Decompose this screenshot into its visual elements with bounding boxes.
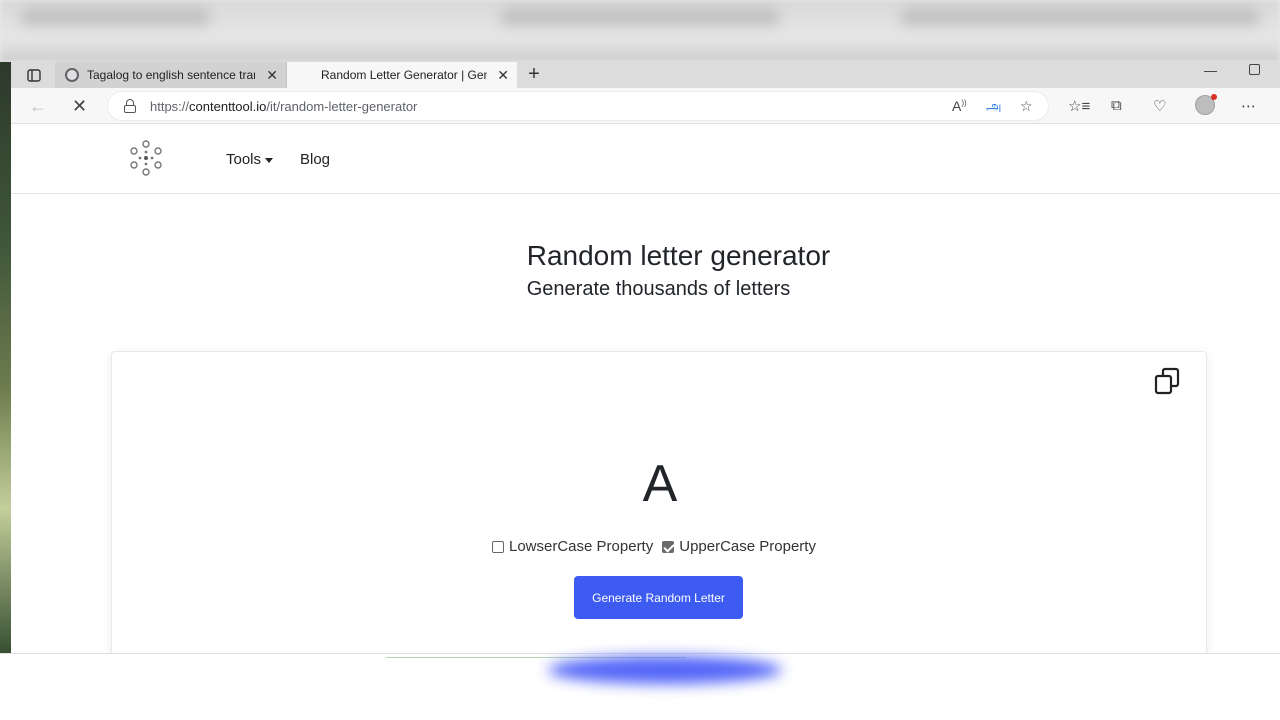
background-blur	[0, 0, 1280, 62]
browser-window: Tagalog to english sentence tran ✕ Rando…	[11, 62, 1280, 658]
copy-icon[interactable]	[1152, 366, 1182, 396]
bottom-overlay	[0, 653, 1280, 720]
tab-title: Tagalog to english sentence tran	[87, 68, 255, 82]
minimize-window-button[interactable]: —	[1204, 63, 1217, 78]
tab-tagalog-translator[interactable]: Tagalog to english sentence tran ✕	[55, 62, 287, 88]
site-favicon-icon	[65, 68, 79, 82]
maximize-window-button[interactable]	[1249, 64, 1260, 75]
stop-loading-icon[interactable]: ✕	[72, 96, 87, 117]
tab-close-icon[interactable]: ✕	[266, 67, 278, 84]
caret-down-icon	[265, 157, 274, 163]
lowercase-label[interactable]: LowserCase Property	[509, 538, 653, 555]
favorites-icon[interactable]: ☆≡	[1068, 97, 1090, 115]
tab-close-icon[interactable]: ✕	[497, 67, 509, 84]
case-options: LowserCase Property UpperCase Property	[492, 538, 825, 555]
tab-actions-icon	[27, 68, 41, 82]
address-bar[interactable]: https://contenttool.io/it/random-letter-…	[107, 91, 1049, 121]
tab-strip: Tagalog to english sentence tran ✕ Rando…	[11, 62, 1280, 88]
page-title: Random letter generator	[11, 240, 1280, 272]
new-tab-button[interactable]: +	[523, 63, 545, 86]
uppercase-checkbox[interactable]	[662, 540, 675, 553]
generator-card: A LowserCase Property UpperCase Property…	[111, 351, 1207, 658]
translate-icon[interactable]: அ	[986, 98, 1002, 117]
page-title-text: Random letter generator	[526, 240, 831, 271]
uppercase-label[interactable]: UpperCase Property	[679, 538, 816, 555]
site-logo-icon[interactable]	[128, 140, 164, 176]
button-glow-reflection	[548, 656, 782, 684]
add-favorite-icon[interactable]: ☆	[1020, 98, 1033, 115]
blur-smudge	[500, 8, 780, 26]
url-text: https://contenttool.io/it/random-letter-…	[150, 99, 417, 114]
browser-toolbar: ← ✕ https://contenttool.io/it/random-let…	[11, 88, 1280, 124]
lock-icon	[124, 99, 136, 113]
profile-avatar[interactable]	[1195, 94, 1217, 115]
nav-tools-dropdown[interactable]: Tools	[226, 151, 274, 168]
back-arrow-icon[interactable]: ←	[29, 96, 47, 117]
generated-letter: A	[642, 455, 678, 513]
page-subtitle: Generate thousands of letters	[11, 278, 1280, 301]
collections-icon[interactable]: ⧉	[1111, 97, 1122, 114]
nav-tools-label: Tools	[226, 151, 262, 168]
site-header: Tools Blog	[11, 124, 1280, 194]
read-aloud-icon[interactable]: A))	[952, 98, 967, 114]
tab-random-letter-generator[interactable]: Random Letter Generator | Gene ✕	[287, 62, 517, 88]
desktop-background-strip	[0, 62, 11, 658]
browser-essentials-icon[interactable]: ♡	[1153, 97, 1166, 115]
page-subtitle-text: Generate thousands of letters	[526, 278, 791, 300]
url-path: /it/random-letter-generator	[266, 98, 418, 114]
settings-more-icon[interactable]: ⋯	[1241, 97, 1256, 115]
tab-actions-button[interactable]	[23, 65, 45, 85]
tab-title: Random Letter Generator | Gene	[321, 68, 487, 82]
lowercase-checkbox[interactable]	[492, 540, 504, 553]
url-host: contenttool.io	[189, 98, 267, 114]
url-scheme: https://	[150, 98, 190, 114]
generate-random-letter-button[interactable]: Generate Random Letter	[574, 576, 743, 619]
blur-smudge	[20, 8, 210, 26]
nav-blog-link[interactable]: Blog	[300, 151, 330, 168]
blur-smudge	[900, 8, 1260, 26]
